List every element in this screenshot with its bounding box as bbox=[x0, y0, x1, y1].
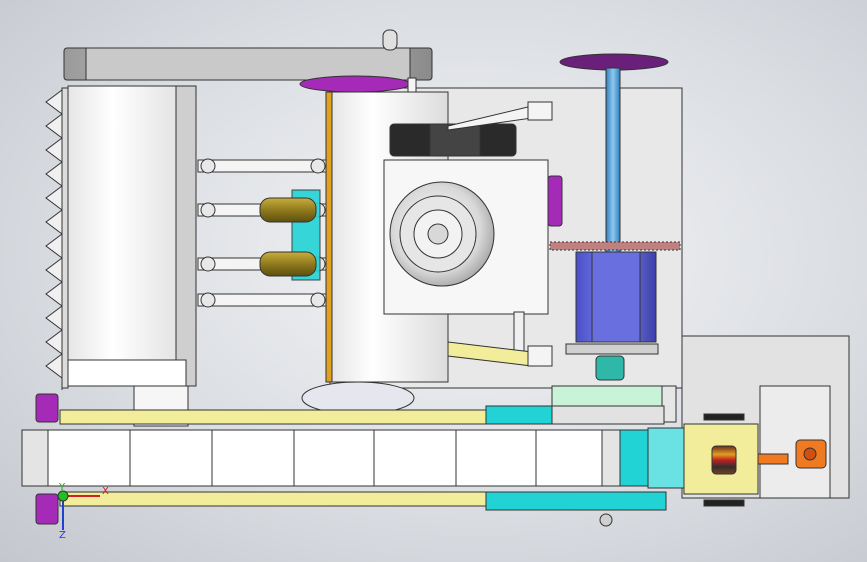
link-rod-1 bbox=[197, 159, 331, 173]
rail-upper-cyan bbox=[485, 405, 553, 425]
link-bearing-left-3 bbox=[200, 256, 216, 272]
belt-arm-block bbox=[527, 101, 553, 121]
spindle-side-clamp bbox=[547, 175, 563, 227]
cad-viewport[interactable]: X Y Z bbox=[0, 0, 867, 562]
cyan-carriage bbox=[619, 429, 651, 487]
triad-z-label: Z bbox=[59, 530, 66, 541]
left-housing-foot bbox=[67, 359, 187, 387]
link-bearing-left-4 bbox=[200, 292, 216, 308]
lead-screw bbox=[605, 67, 621, 259]
top-beam-post bbox=[382, 29, 398, 51]
link-bearing-left-1 bbox=[200, 158, 216, 174]
saw-tooth-guard bbox=[45, 87, 69, 390]
center-base-disc bbox=[301, 381, 415, 415]
top-cam-disc bbox=[299, 75, 411, 93]
yellow-arm-block bbox=[527, 345, 553, 367]
link-bearing-left-2 bbox=[200, 202, 216, 218]
triad-y-label: Y bbox=[59, 482, 66, 493]
conveyor-belt bbox=[47, 429, 603, 487]
orange-arm bbox=[757, 453, 789, 465]
lead-screw-shaft bbox=[605, 67, 621, 259]
rail-lower-left bbox=[59, 491, 491, 507]
left-housing bbox=[67, 85, 197, 427]
orange-hub-center bbox=[803, 447, 817, 461]
motor-coupling bbox=[595, 355, 625, 381]
coordinate-triad bbox=[57, 490, 100, 530]
sprocket-lower bbox=[565, 343, 659, 355]
chain-upper bbox=[549, 241, 681, 251]
rail-bolt bbox=[599, 513, 613, 527]
drive-drum bbox=[711, 445, 737, 475]
top-beam-face bbox=[85, 47, 411, 81]
carriage-cyan bbox=[619, 429, 651, 487]
mechanical-assembly-drawing bbox=[21, 29, 850, 530]
link-rod-4 bbox=[197, 293, 331, 307]
triad-x-label: X bbox=[102, 486, 109, 497]
saw-teeth bbox=[45, 89, 63, 390]
rail-upper-right bbox=[551, 405, 665, 425]
stepper-motor-face bbox=[591, 251, 641, 343]
link-bearing-right-1 bbox=[310, 158, 326, 174]
drive-sprocket-top bbox=[703, 413, 745, 421]
olive-rollers bbox=[259, 189, 321, 281]
end-bracket-top bbox=[35, 393, 59, 423]
end-bracket-bottom bbox=[35, 493, 59, 525]
conveyor-frame bbox=[21, 429, 673, 487]
drive-sprocket-bottom bbox=[703, 499, 745, 507]
olive-roller-1 bbox=[259, 197, 317, 223]
spindle-center bbox=[427, 223, 449, 245]
rail-lower-cyan bbox=[485, 491, 667, 511]
olive-roller-2 bbox=[259, 251, 317, 277]
saw-spine bbox=[61, 87, 69, 389]
link-bearing-right-4 bbox=[310, 292, 326, 308]
rail-upper-left bbox=[59, 409, 491, 425]
left-housing-side bbox=[175, 85, 197, 387]
